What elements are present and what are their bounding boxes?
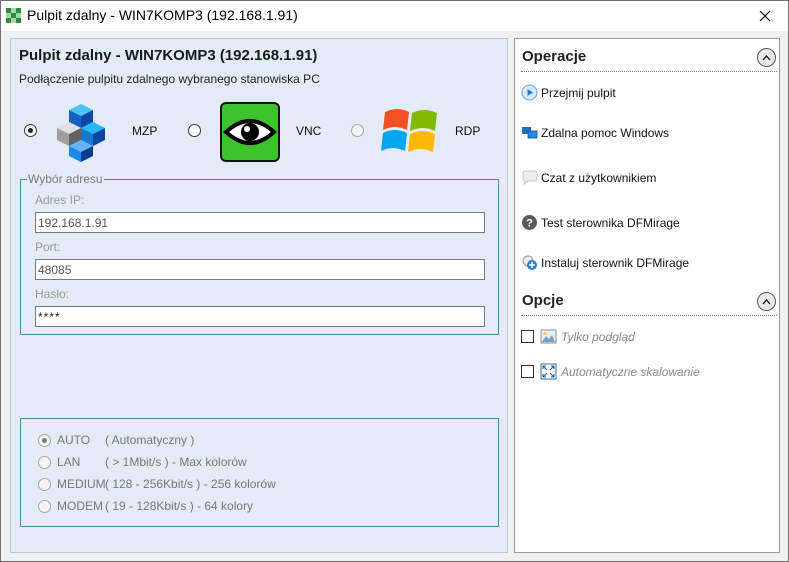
port-input[interactable] bbox=[35, 259, 485, 280]
auto-scaling-option: Automatyczne skalowanie bbox=[521, 362, 775, 382]
ip-label: Adres IP: bbox=[35, 193, 85, 207]
picture-icon bbox=[540, 329, 557, 344]
mzp-label: MZP bbox=[132, 124, 158, 138]
operation-label: Czat z użytkownikiem bbox=[541, 171, 657, 185]
quality-name: MEDIUM bbox=[57, 477, 106, 491]
take-over-desktop-item[interactable]: Przejmij pulpit bbox=[521, 83, 775, 103]
divider bbox=[521, 315, 777, 316]
lan-radio[interactable] bbox=[38, 455, 51, 469]
quality-desc: ( 19 - 128Kbit/s ) - 64 kolory bbox=[105, 499, 254, 513]
address-groupbox: Wybór adresu Adres IP: Port: Hasło: bbox=[20, 172, 499, 335]
quality-name: AUTO bbox=[57, 433, 91, 447]
app-icon bbox=[6, 8, 21, 23]
password-input[interactable] bbox=[35, 306, 485, 327]
remote-help-icon bbox=[522, 127, 538, 139]
quality-desc: ( Automatyczny ) bbox=[105, 433, 195, 447]
chevron-up-icon bbox=[762, 54, 771, 60]
fullscreen-icon bbox=[540, 363, 557, 380]
windows-logo-icon bbox=[381, 109, 437, 152]
remote-desktop-window: Pulpit zdalny - WIN7KOMP3 (192.168.1.91)… bbox=[0, 0, 789, 562]
operation-label: Test sterownika DFMirage bbox=[541, 216, 680, 230]
install-driver-icon bbox=[522, 255, 537, 270]
auto-radio[interactable] bbox=[38, 433, 51, 447]
quality-desc: ( > 1Mbit/s ) - Max kolorów bbox=[105, 455, 247, 469]
quality-name: MODEM bbox=[57, 499, 103, 513]
rdp-radio[interactable] bbox=[351, 124, 364, 137]
vnc-radio[interactable] bbox=[188, 124, 201, 137]
options-title: Opcje bbox=[522, 292, 564, 309]
connection-panel: Pulpit zdalny - WIN7KOMP3 (192.168.1.91)… bbox=[10, 38, 508, 553]
operations-title: Operacje bbox=[522, 48, 587, 65]
mzp-radio[interactable] bbox=[24, 124, 37, 137]
client-area: Pulpit zdalny - WIN7KOMP3 (192.168.1.91)… bbox=[1, 31, 788, 561]
quality-option-auto[interactable] bbox=[38, 432, 51, 448]
password-label: Hasło: bbox=[35, 287, 70, 301]
divider bbox=[521, 71, 777, 72]
chat-with-user-item[interactable]: Czat z użytkownikiem bbox=[521, 168, 775, 188]
operations-collapse-button[interactable] bbox=[757, 48, 776, 67]
quality-option-medium[interactable] bbox=[38, 476, 51, 492]
medium-radio[interactable] bbox=[38, 477, 51, 491]
quality-desc: ( 128 - 256Kbit/s ) - 256 kolorów bbox=[105, 477, 276, 491]
panel-title: Pulpit zdalny - WIN7KOMP3 (192.168.1.91) bbox=[19, 47, 318, 64]
vnc-eye-icon bbox=[220, 102, 280, 162]
option-label: Tylko podgląd bbox=[561, 330, 635, 344]
quality-option-modem[interactable] bbox=[38, 498, 51, 514]
view-only-checkbox[interactable] bbox=[521, 330, 534, 343]
question-icon: ? bbox=[522, 215, 537, 230]
address-legend: Wybór adresu bbox=[27, 172, 104, 186]
chevron-up-icon bbox=[762, 298, 771, 304]
windows-remote-help-item[interactable]: Zdalna pomoc Windows bbox=[521, 123, 775, 143]
close-button[interactable] bbox=[742, 1, 788, 31]
quality-option-lan[interactable] bbox=[38, 454, 51, 470]
rdp-label: RDP bbox=[455, 124, 481, 138]
view-only-option: Tylko podgląd bbox=[521, 327, 775, 347]
window-title: Pulpit zdalny - WIN7KOMP3 (192.168.1.91) bbox=[27, 7, 298, 23]
option-label: Automatyczne skalowanie bbox=[561, 365, 700, 379]
play-icon bbox=[521, 84, 538, 101]
title-bar: Pulpit zdalny - WIN7KOMP3 (192.168.1.91) bbox=[1, 1, 788, 31]
close-icon bbox=[759, 10, 771, 22]
chat-bubble-icon bbox=[522, 170, 538, 186]
ip-input[interactable] bbox=[35, 212, 485, 233]
test-dfmirage-driver-item[interactable]: ? Test sterownika DFMirage bbox=[521, 213, 775, 233]
mzp-cubes-icon bbox=[57, 104, 105, 162]
modem-radio[interactable] bbox=[38, 499, 51, 513]
port-label: Port: bbox=[35, 240, 61, 254]
operation-label: Przejmij pulpit bbox=[541, 86, 616, 100]
options-collapse-button[interactable] bbox=[757, 292, 776, 311]
panel-subtitle: Podłączenie pulpitu zdalnego wybranego s… bbox=[19, 72, 320, 86]
quality-groupbox: AUTO ( Automatyczny ) LAN ( > 1Mbit/s ) … bbox=[20, 418, 499, 527]
actions-panel: Operacje Przejmij pulpit Zdalna pomoc Wi… bbox=[514, 38, 780, 553]
vnc-label: VNC bbox=[296, 124, 322, 138]
auto-scaling-checkbox[interactable] bbox=[521, 365, 534, 378]
svg-text:?: ? bbox=[526, 218, 533, 230]
connection-method-row: MZP VNC RDP bbox=[11, 99, 509, 165]
install-dfmirage-driver-item[interactable]: Instaluj sterownik DFMirage bbox=[521, 253, 775, 273]
operation-label: Instaluj sterownik DFMirage bbox=[541, 256, 690, 270]
quality-name: LAN bbox=[57, 455, 81, 469]
operation-label: Zdalna pomoc Windows bbox=[541, 126, 670, 140]
